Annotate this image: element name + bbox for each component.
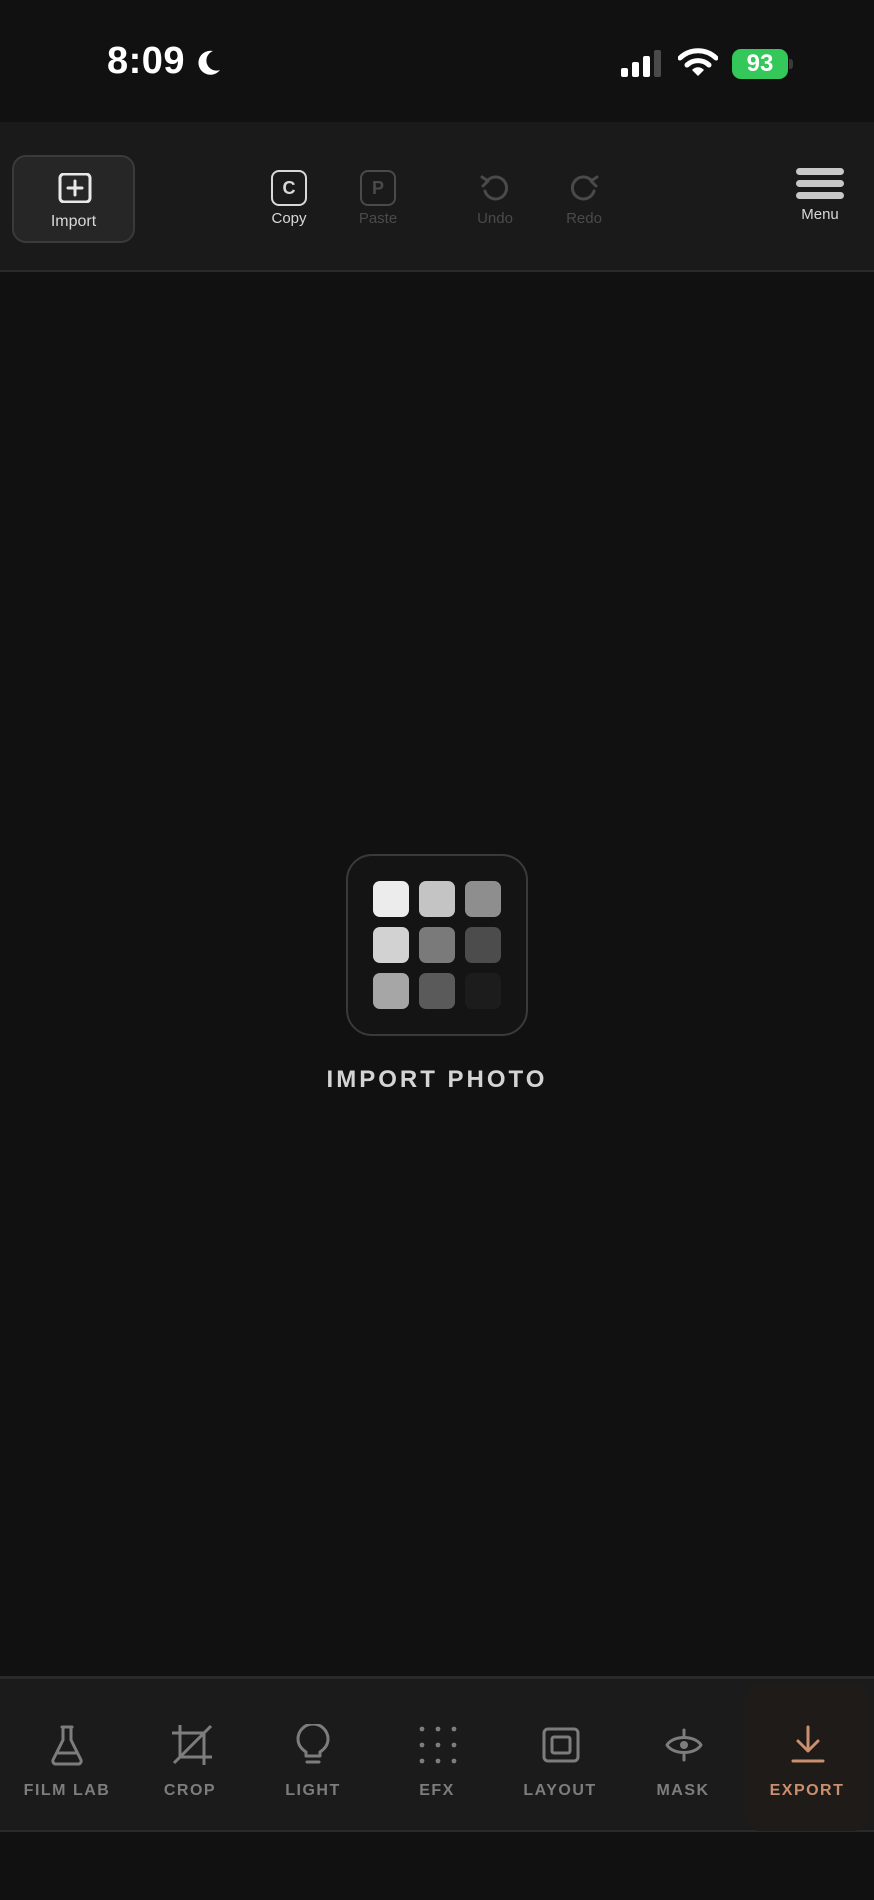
import-photo-button[interactable] bbox=[346, 854, 528, 1036]
nav-layout[interactable]: LAYOUT bbox=[498, 1679, 622, 1831]
redo-label: Redo bbox=[566, 210, 602, 227]
hamburger-icon bbox=[796, 168, 844, 204]
nav-label: FILM LAB bbox=[23, 1782, 111, 1799]
paste-button[interactable]: P Paste bbox=[343, 170, 413, 240]
swatch-tile bbox=[373, 881, 409, 917]
download-icon bbox=[791, 1725, 825, 1763]
home-indicator-area bbox=[0, 1832, 874, 1900]
paste-label: Paste bbox=[358, 210, 398, 227]
signal-icon bbox=[621, 50, 661, 77]
swatch-tile bbox=[465, 881, 501, 917]
battery-level: 93 bbox=[746, 50, 774, 77]
paste-key-icon: P bbox=[360, 170, 396, 206]
import-button[interactable]: Import bbox=[12, 155, 135, 243]
menu-label: Menu bbox=[801, 206, 839, 223]
nav-label: LAYOUT bbox=[523, 1782, 597, 1799]
nav-label: LIGHT bbox=[285, 1782, 341, 1799]
photo-canvas: IMPORT PHOTO bbox=[0, 274, 874, 1676]
undo-icon bbox=[480, 175, 509, 201]
undo-button[interactable]: Undo bbox=[460, 170, 530, 240]
swatch-tile bbox=[465, 927, 501, 963]
nav-export[interactable]: EXPORT bbox=[745, 1683, 869, 1831]
battery-charging-icon: 93 bbox=[732, 49, 793, 79]
nav-film-lab[interactable]: FILM LAB bbox=[5, 1679, 129, 1831]
eye-mask-icon bbox=[665, 1728, 703, 1762]
swatch-tile bbox=[419, 973, 455, 1009]
import-photo-label[interactable]: IMPORT PHOTO bbox=[0, 1066, 874, 1094]
status-time: 8:09 bbox=[107, 40, 186, 82]
nav-label: EFX bbox=[419, 1782, 455, 1799]
bottom-nav: FILM LAB CROP LIGHT EFX LAYOUT MASK EXPO… bbox=[0, 1676, 874, 1832]
nav-crop[interactable]: CROP bbox=[128, 1679, 252, 1831]
add-square-icon bbox=[58, 173, 92, 203]
wifi-icon bbox=[678, 48, 718, 76]
nav-light[interactable]: LIGHT bbox=[251, 1679, 375, 1831]
menu-button[interactable]: Menu bbox=[788, 164, 852, 228]
nav-label: EXPORT bbox=[769, 1782, 845, 1799]
copy-button[interactable]: C Copy bbox=[254, 170, 324, 240]
import-label: Import bbox=[50, 213, 97, 230]
swatch-tile bbox=[419, 927, 455, 963]
status-bar: 8:09 93 bbox=[0, 0, 874, 122]
nav-mask[interactable]: MASK bbox=[621, 1679, 745, 1831]
nav-label: MASK bbox=[656, 1782, 710, 1799]
swatch-tile bbox=[373, 927, 409, 963]
swatch-tile bbox=[465, 973, 501, 1009]
dots-grid-icon bbox=[419, 1726, 457, 1764]
undo-label: Undo bbox=[477, 210, 513, 227]
copy-label: Copy bbox=[271, 210, 307, 227]
swatch-tile bbox=[419, 881, 455, 917]
frame-icon bbox=[542, 1727, 580, 1763]
redo-icon bbox=[570, 175, 599, 201]
top-toolbar: Import C Copy P Paste Undo Redo Menu bbox=[0, 122, 874, 272]
moon-icon bbox=[198, 50, 220, 75]
nav-label: CROP bbox=[163, 1782, 217, 1799]
crop-icon bbox=[172, 1724, 213, 1765]
nav-efx[interactable]: EFX bbox=[375, 1679, 499, 1831]
swatch-tile bbox=[373, 973, 409, 1009]
redo-button[interactable]: Redo bbox=[549, 170, 619, 240]
copy-key-icon: C bbox=[271, 170, 307, 206]
flask-icon bbox=[51, 1725, 83, 1766]
lightbulb-icon bbox=[296, 1724, 330, 1764]
